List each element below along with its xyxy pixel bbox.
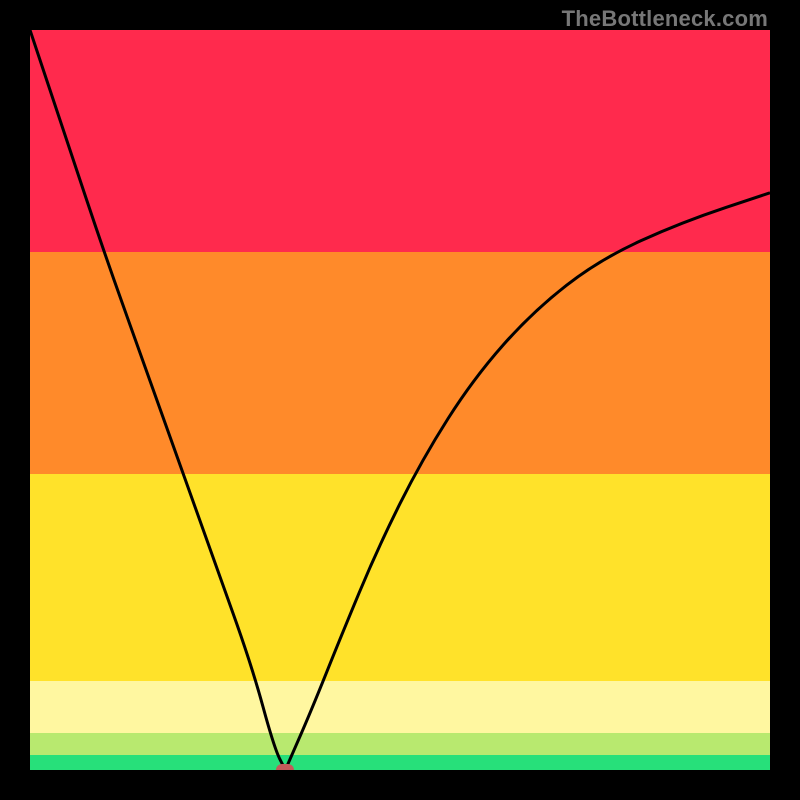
gradient-background <box>30 30 770 770</box>
chart-svg <box>30 30 770 770</box>
minimum-marker <box>276 764 294 770</box>
chart-frame: TheBottleneck.com <box>0 0 800 800</box>
watermark-label: TheBottleneck.com <box>562 6 768 32</box>
plot-area <box>30 30 770 770</box>
